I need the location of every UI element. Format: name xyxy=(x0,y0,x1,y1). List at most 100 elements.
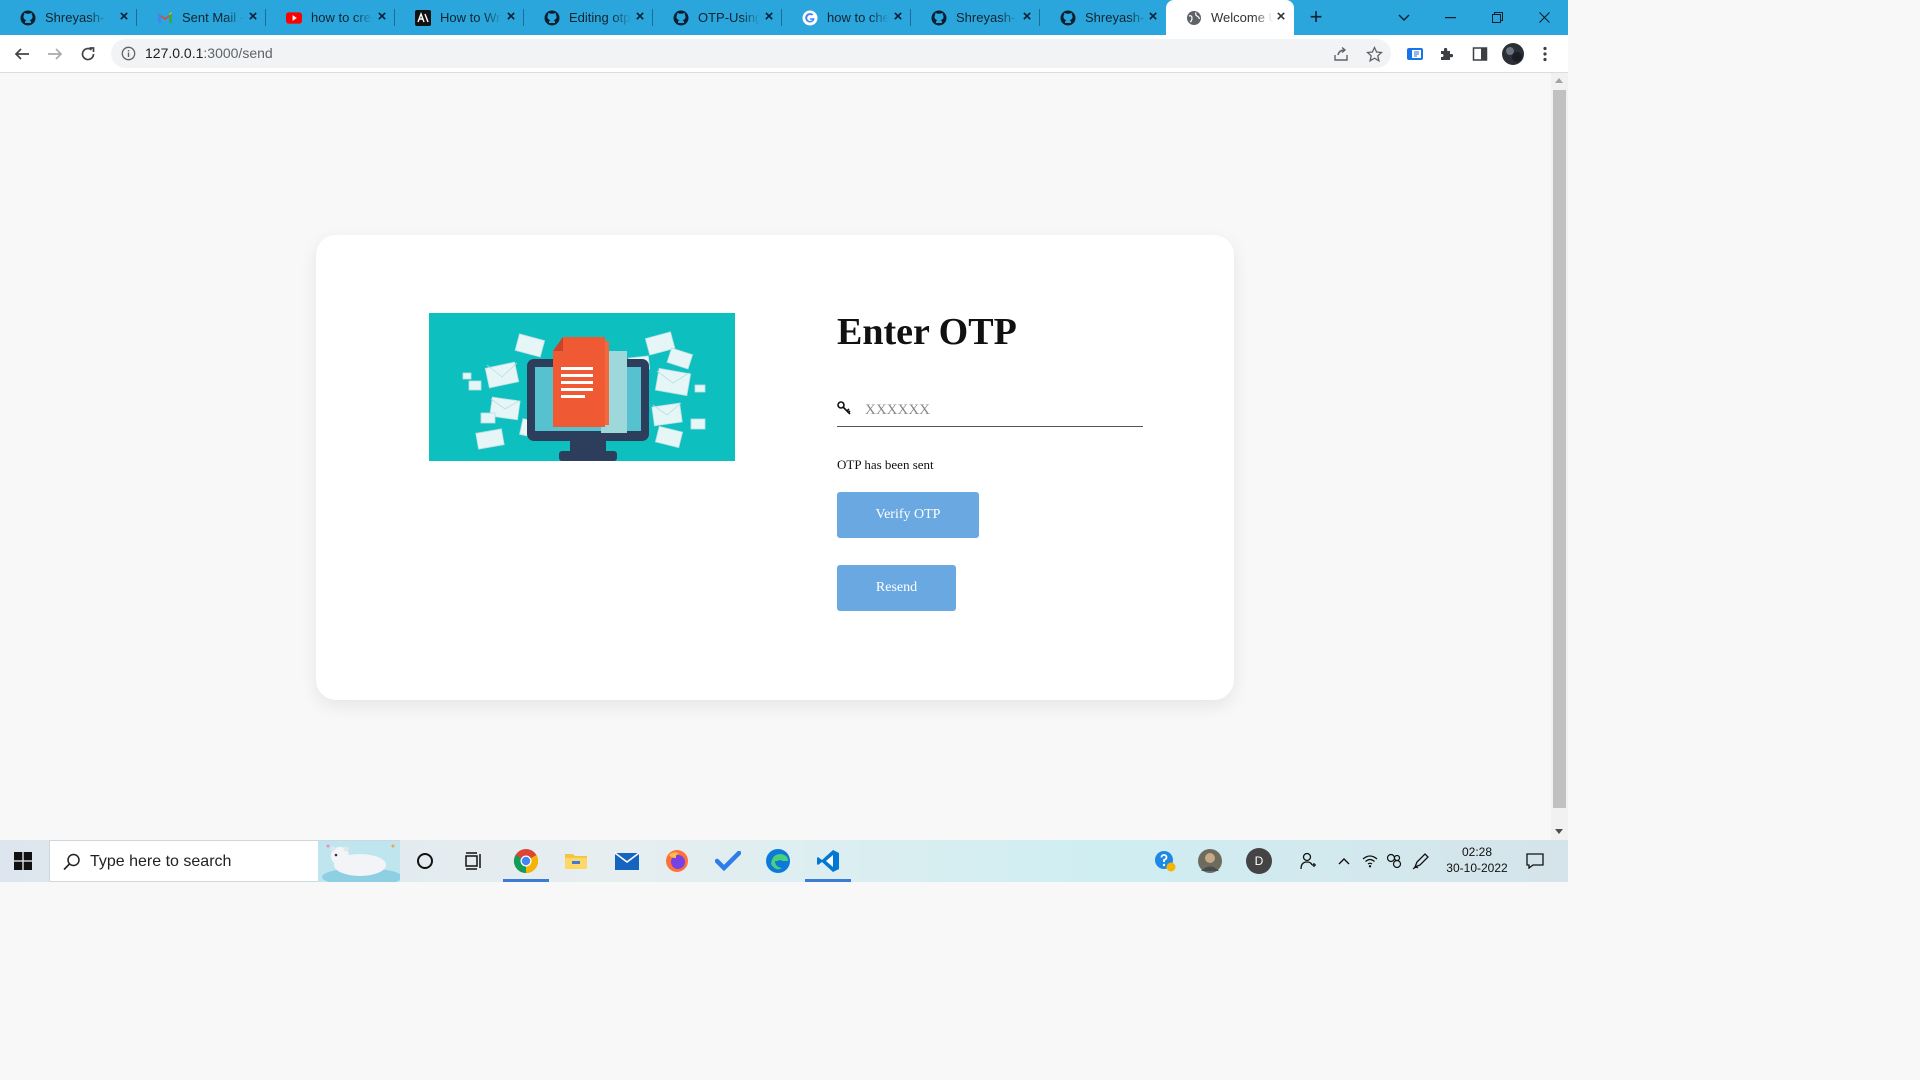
browser-tab[interactable]: Shreyash-1 × xyxy=(911,0,1040,35)
browser-tab[interactable]: How to Wri × xyxy=(395,0,524,35)
tab-title: Sent Mail - xyxy=(182,10,244,25)
menu-button[interactable] xyxy=(1535,43,1555,65)
notifications-button[interactable] xyxy=(1523,840,1547,882)
browser-tab[interactable]: Shreyash-1 × xyxy=(0,0,137,35)
taskbar-edge[interactable] xyxy=(753,840,803,882)
taskbar-clock[interactable]: 02:28 30-10-2022 xyxy=(1442,844,1512,876)
url-path: :3000/send xyxy=(203,45,273,61)
taskbar-vscode[interactable] xyxy=(803,840,853,882)
browser-tab-active[interactable]: Welcome U × xyxy=(1166,0,1294,35)
youtube-icon xyxy=(286,10,302,26)
bookmark-button[interactable] xyxy=(1362,43,1386,65)
ai-icon xyxy=(415,9,431,26)
browser-toolbar: 127.0.0.1:3000/send xyxy=(0,35,1568,73)
browser-tab[interactable]: Sent Mail - × xyxy=(137,0,266,35)
tab-title: Editing otp xyxy=(569,10,631,25)
share-icon xyxy=(1334,46,1348,61)
close-tab-icon[interactable]: × xyxy=(117,9,131,24)
close-tab-icon[interactable]: × xyxy=(1146,9,1160,24)
close-tab-icon[interactable]: × xyxy=(762,9,776,24)
minimize-icon xyxy=(1444,16,1456,18)
taskbar-mail[interactable] xyxy=(602,840,652,882)
chevron-down-icon xyxy=(1398,14,1410,21)
taskbar-firefox[interactable] xyxy=(652,840,702,882)
close-icon xyxy=(1538,12,1550,23)
close-tab-icon[interactable]: × xyxy=(1274,9,1288,24)
back-button[interactable] xyxy=(10,43,34,65)
tab-strip: Shreyash-1 × Sent Mail - × how to crea ×… xyxy=(0,0,1568,35)
close-tab-icon[interactable]: × xyxy=(375,9,389,24)
folder-icon xyxy=(565,854,587,869)
browser-tab[interactable]: OTP-Using- × xyxy=(653,0,782,35)
minimize-button[interactable] xyxy=(1427,0,1473,35)
resend-button[interactable]: Resend xyxy=(837,565,956,611)
profile-button[interactable] xyxy=(1500,43,1526,65)
google-icon xyxy=(802,10,818,26)
share-button[interactable] xyxy=(1329,43,1353,65)
browser-tab[interactable]: Shreyash-1 × xyxy=(1040,0,1166,35)
people-icon xyxy=(1300,852,1316,870)
taskbar-file-explorer[interactable] xyxy=(551,840,601,882)
scroll-down-icon[interactable] xyxy=(1555,829,1563,834)
close-window-button[interactable] xyxy=(1521,0,1567,35)
windows-start-icon[interactable] xyxy=(14,852,32,870)
forward-button[interactable] xyxy=(43,43,67,65)
side-panel-button[interactable] xyxy=(1468,43,1492,65)
new-tab-button[interactable]: + xyxy=(1306,6,1326,28)
close-tab-icon[interactable]: × xyxy=(1020,9,1034,24)
help-tray-button[interactable] xyxy=(1152,840,1178,882)
account-initial-avatar: D xyxy=(1246,848,1272,874)
show-hidden-icons-button[interactable] xyxy=(1334,840,1354,882)
close-tab-icon[interactable]: × xyxy=(246,9,260,24)
extension-button[interactable] xyxy=(1403,43,1427,65)
taskbar-todo[interactable] xyxy=(703,840,753,882)
extensions-button[interactable] xyxy=(1435,43,1459,65)
translate-extension-icon xyxy=(1407,48,1423,60)
meet-now-tray-button[interactable] xyxy=(1384,840,1404,882)
cortana-button[interactable] xyxy=(400,840,450,882)
puzzle-icon xyxy=(1441,47,1454,60)
github-icon xyxy=(673,10,689,26)
page-scrollbar[interactable] xyxy=(1551,73,1568,840)
pen-icon xyxy=(1412,853,1429,870)
scroll-up-icon[interactable] xyxy=(1555,78,1563,83)
people-tray-button[interactable] xyxy=(1296,840,1320,882)
tab-title: Welcome U xyxy=(1211,10,1273,25)
taskbar-search-box[interactable]: Type here to search xyxy=(49,840,402,886)
tab-title: Shreyash-1 xyxy=(45,10,107,25)
browser-tab[interactable]: how to crea × xyxy=(266,0,395,35)
wifi-icon xyxy=(1362,855,1378,868)
github-icon xyxy=(1060,10,1076,26)
kebab-menu-icon xyxy=(1543,46,1547,62)
globe-icon xyxy=(1186,10,1202,26)
close-tab-icon[interactable]: × xyxy=(504,9,518,24)
close-tab-icon[interactable]: × xyxy=(633,9,647,24)
task-view-button[interactable] xyxy=(449,840,499,882)
close-tab-icon[interactable]: × xyxy=(891,9,905,24)
tab-search-button[interactable] xyxy=(1381,0,1427,35)
tab-title: Shreyash-1 xyxy=(956,10,1018,25)
restore-button[interactable] xyxy=(1474,0,1520,35)
account-tray-button[interactable]: D xyxy=(1245,840,1273,882)
windows-taskbar: Type here to search D 02:28 30-10-2022 xyxy=(0,840,1568,886)
page-title: Enter OTP xyxy=(837,311,1017,353)
clock-time: 02:28 xyxy=(1461,845,1493,859)
browser-tab[interactable]: Editing otp × xyxy=(524,0,653,35)
reload-button[interactable] xyxy=(76,43,100,65)
scrollbar-thumb[interactable] xyxy=(1553,90,1566,808)
user-photo-tray[interactable] xyxy=(1196,840,1224,882)
verify-otp-button[interactable]: Verify OTP xyxy=(837,492,979,538)
cortana-icon xyxy=(417,853,433,869)
otp-card: Enter OTP OTP has been sent Verify OTP R… xyxy=(316,235,1234,700)
tab-title: OTP-Using- xyxy=(698,10,760,25)
network-tray-button[interactable] xyxy=(1360,840,1380,882)
browser-tab[interactable]: how to che × xyxy=(782,0,911,35)
vscode-icon xyxy=(817,850,839,872)
otp-input[interactable] xyxy=(865,397,1135,423)
taskbar-chrome[interactable] xyxy=(501,840,551,882)
info-icon[interactable] xyxy=(121,46,136,61)
pen-tray-button[interactable] xyxy=(1410,840,1432,882)
tab-title: Shreyash-1 xyxy=(1085,10,1147,25)
address-bar[interactable]: 127.0.0.1:3000/send xyxy=(111,39,1391,68)
tab-title: How to Wri xyxy=(440,10,502,25)
